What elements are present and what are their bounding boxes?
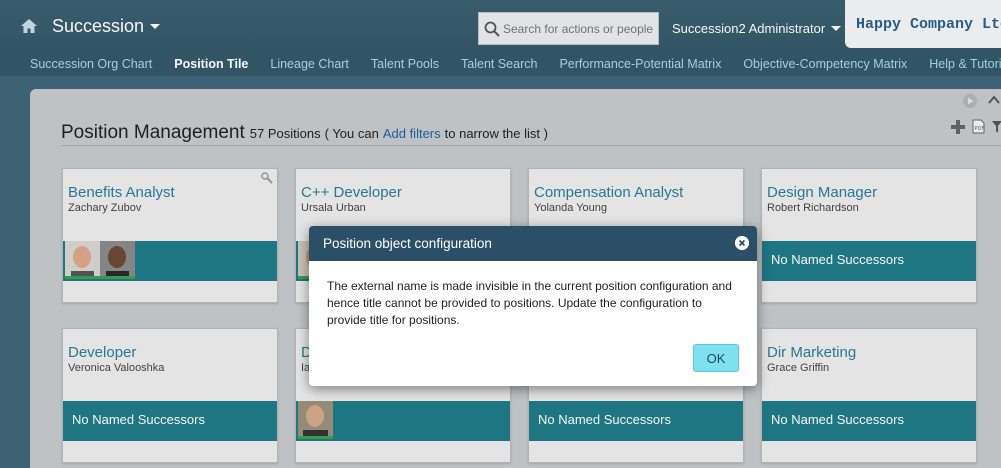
dialog-title: Position object configuration [323, 236, 492, 251]
dialog-header: Position object configuration [309, 226, 757, 261]
close-icon[interactable] [735, 236, 749, 250]
ok-button[interactable]: OK [693, 344, 739, 372]
position-config-dialog: Position object configuration The extern… [309, 226, 757, 386]
dialog-message: The external name is made invisible in t… [327, 279, 732, 327]
